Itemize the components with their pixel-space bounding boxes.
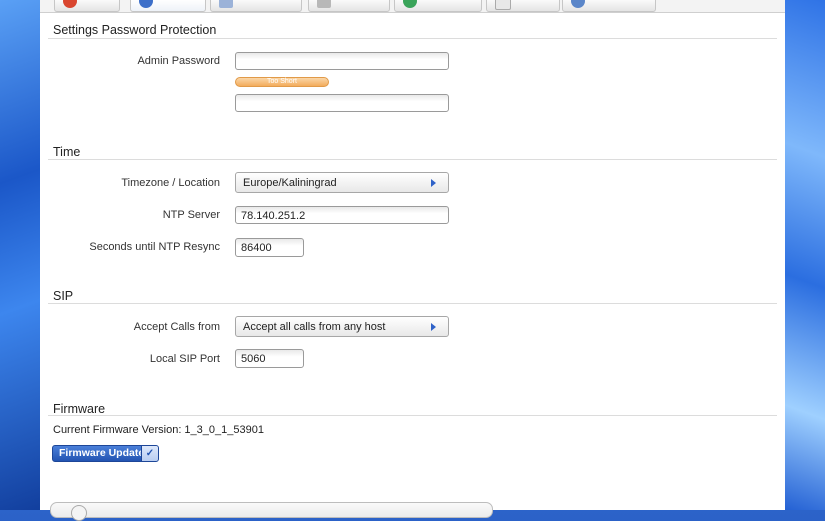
status-panel bbox=[50, 502, 493, 521]
tab-strip bbox=[40, 0, 785, 13]
admin-password-label: Admin Password bbox=[137, 55, 220, 67]
accept-calls-value: Accept all calls from any host bbox=[243, 321, 386, 333]
section-divider bbox=[48, 159, 777, 160]
settings-tab-icon bbox=[139, 0, 153, 8]
sip-port-label: Local SIP Port bbox=[149, 353, 220, 365]
firmware-update-label: Firmware Update bbox=[59, 447, 145, 459]
tab-7[interactable] bbox=[562, 0, 656, 12]
time-section-title: Time bbox=[53, 145, 81, 159]
checkmark-icon: ✓ bbox=[141, 446, 158, 461]
confirm-password-input[interactable] bbox=[235, 94, 449, 112]
tab-1[interactable] bbox=[54, 0, 120, 12]
firmware-version-text: Current Firmware Version: 1_3_0_1_53901 bbox=[53, 424, 264, 436]
tab-logging[interactable] bbox=[486, 0, 560, 12]
settings-window: Settings Password Protection Admin Passw… bbox=[40, 0, 785, 521]
tab-5[interactable] bbox=[394, 0, 482, 12]
timezone-select[interactable]: Europe/Kaliningrad bbox=[235, 172, 449, 193]
globe-tab-icon bbox=[403, 0, 417, 8]
tab-4[interactable] bbox=[308, 0, 390, 12]
desktop-wallpaper-left bbox=[0, 0, 40, 510]
help-tab-icon bbox=[571, 0, 585, 8]
select-arrow-icon bbox=[431, 179, 436, 187]
section-divider bbox=[48, 415, 777, 416]
firmware-section-title: Firmware bbox=[53, 402, 106, 416]
password-strength-indicator: Too Short bbox=[235, 77, 329, 87]
tab-3[interactable] bbox=[210, 0, 302, 12]
sip-section-title: SIP bbox=[53, 289, 74, 303]
firmware-update-button[interactable]: Firmware Update ✓ bbox=[52, 445, 159, 462]
ntp-server-label: NTP Server bbox=[162, 209, 220, 221]
accept-calls-select[interactable]: Accept all calls from any host bbox=[235, 316, 449, 337]
timezone-value: Europe/Kaliningrad bbox=[243, 177, 337, 189]
ntp-server-input[interactable]: 78.140.251.2 bbox=[235, 206, 449, 224]
status-icon bbox=[71, 505, 87, 521]
grid-tab-icon bbox=[219, 0, 233, 8]
password-section-title: Settings Password Protection bbox=[53, 23, 217, 37]
accept-calls-label: Accept Calls from bbox=[133, 321, 220, 333]
desktop-wallpaper-right bbox=[785, 0, 825, 510]
tab-settings[interactable] bbox=[130, 0, 206, 12]
app-tab-icon bbox=[63, 0, 77, 8]
select-arrow-icon bbox=[431, 323, 436, 331]
admin-password-input[interactable] bbox=[235, 52, 449, 70]
sip-port-input[interactable]: 5060 bbox=[235, 349, 304, 368]
section-divider bbox=[48, 38, 777, 39]
ntp-resync-input[interactable]: 86400 bbox=[235, 238, 304, 257]
logging-tab-icon bbox=[495, 0, 511, 10]
ntp-resync-label: Seconds until NTP Resync bbox=[89, 241, 220, 253]
monitor-tab-icon bbox=[317, 0, 331, 8]
section-divider bbox=[48, 303, 777, 304]
timezone-label: Timezone / Location bbox=[121, 177, 220, 189]
